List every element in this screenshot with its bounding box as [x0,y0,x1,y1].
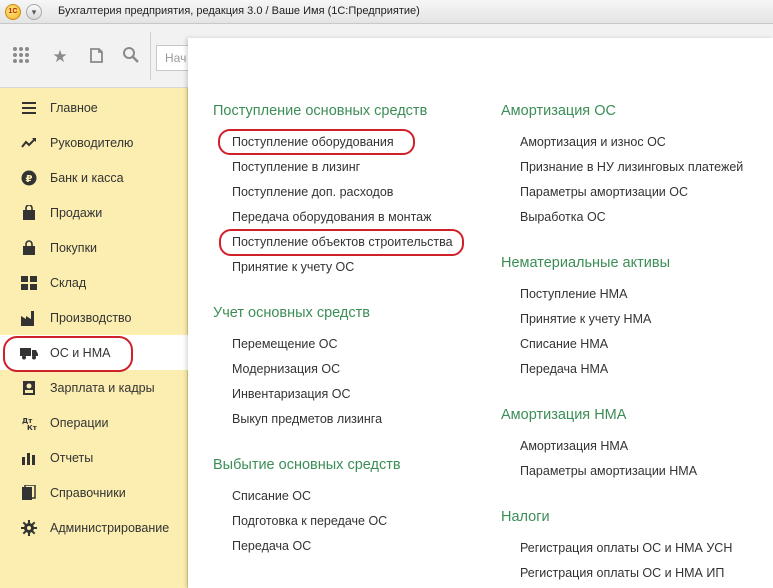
link-leasing-receipt[interactable]: Поступление в лизинг [232,160,360,174]
section-heading: Амортизация ОС [501,103,616,119]
sections-sidebar: Главное Руководителю ₽ Банк и касса Прод… [0,88,190,588]
sidebar-item-label: Руководителю [50,135,134,150]
sidebar-item-fixed-assets[interactable]: ОС и НМА [0,335,190,370]
link-write-off[interactable]: Списание ОС [232,489,311,503]
link-intangible-write-off[interactable]: Списание НМА [520,337,608,351]
link-leasing-payments[interactable]: Признание в НУ лизинговых платежей [520,160,743,174]
sidebar-item-purchases[interactable]: Покупки [0,230,188,265]
link-asset-handover[interactable]: Передача ОС [232,539,311,553]
link-asset-transfer[interactable]: Перемещение ОС [232,337,338,351]
sidebar-item-main[interactable]: Главное [0,90,188,125]
sidebar-item-label: Отчеты [50,450,94,465]
bar-chart-icon [20,449,38,467]
section-heading: Амортизация НМА [501,407,627,423]
sidebar-item-label: Главное [50,100,98,115]
person-icon [20,379,38,397]
sidebar-item-operations[interactable]: Дт Кт Операции [0,405,188,440]
link-intangible-amortization-params[interactable]: Параметры амортизации НМА [520,464,697,478]
svg-text:Кт: Кт [27,424,37,431]
sidebar-item-label: Справочники [50,485,126,500]
section-panel: Поступление основных средств Поступление… [188,38,773,588]
link-additional-costs[interactable]: Поступление доп. расходов [232,185,393,199]
section-heading: Поступление основных средств [213,103,428,119]
ruble-icon: ₽ [20,169,38,187]
link-usn-payment[interactable]: Регистрация оплаты ОС и НМА УСН [520,541,732,555]
link-depreciation-params[interactable]: Параметры амортизации ОС [520,185,688,199]
factory-icon [20,309,38,327]
sidebar-item-label: Администрирование [50,520,170,535]
link-output[interactable]: Выработка ОС [520,210,606,224]
sidebar-item-warehouse[interactable]: Склад [0,265,188,300]
sidebar-item-administration[interactable]: Администрирование [0,510,188,545]
warehouse-icon [20,274,38,292]
link-inventory[interactable]: Инвентаризация ОС [232,387,351,401]
sidebar-item-label: Зарплата и кадры [50,380,155,395]
dt-kt-icon: Дт Кт [20,414,38,432]
sidebar-item-bank[interactable]: ₽ Банк и касса [0,160,188,195]
link-prepare-transfer[interactable]: Подготовка к передаче ОС [232,514,387,528]
link-installation-transfer[interactable]: Передача оборудования в монтаж [232,210,431,224]
link-modernization[interactable]: Модернизация ОС [232,362,340,376]
link-ip-payment[interactable]: Регистрация оплаты ОС и НМА ИП [520,566,724,580]
sidebar-item-label: ОС и НМА [50,345,111,360]
menu-lines-icon [20,99,38,117]
apps-grid-icon[interactable] [10,46,32,68]
sidebar-item-label: Склад [50,275,87,290]
truck-icon [20,344,38,362]
main-menu-icon[interactable]: ▾ [26,4,42,20]
basket-icon [20,239,38,257]
link-intangible-amortization[interactable]: Амортизация НМА [520,439,628,453]
link-depreciation[interactable]: Амортизация и износ ОС [520,135,666,149]
history-icon[interactable] [85,46,107,68]
gear-icon [20,519,38,537]
section-heading: Учет основных средств [213,305,370,321]
link-intangible-acceptance[interactable]: Принятие к учету НМА [520,312,651,326]
sidebar-item-salary[interactable]: Зарплата и кадры [0,370,188,405]
star-icon[interactable]: ★ [49,46,71,68]
sidebar-item-manager[interactable]: Руководителю [0,125,188,160]
link-construction-receipt[interactable]: Поступление объектов строительства [232,235,453,249]
sidebar-item-reports[interactable]: Отчеты [0,440,188,475]
trend-icon [20,134,38,152]
search-icon[interactable] [120,46,142,68]
link-intangible-transfer[interactable]: Передача НМА [520,362,608,376]
section-heading: Выбытие основных средств [213,457,401,473]
title-bar: 1С ▾ Бухгалтерия предприятия, редакция 3… [0,0,773,24]
window-title: Бухгалтерия предприятия, редакция 3.0 / … [58,5,420,17]
sidebar-item-label: Производство [50,310,132,325]
books-icon [20,484,38,502]
link-equipment-receipt[interactable]: Поступление оборудования [232,135,394,149]
sidebar-item-label: Продажи [50,205,103,220]
bag-icon [20,204,38,222]
toolbar-divider [150,32,151,80]
section-heading: Нематериальные активы [501,255,670,271]
sidebar-item-sales[interactable]: Продажи [0,195,188,230]
sidebar-item-label: Операции [50,415,109,430]
app-logo-icon[interactable]: 1С [5,4,21,20]
sidebar-item-label: Банк и касса [50,170,124,185]
link-leasing-buyout[interactable]: Выкуп предметов лизинга [232,412,382,426]
sidebar-item-production[interactable]: Производство [0,300,188,335]
sidebar-item-label: Покупки [50,240,98,255]
svg-text:₽: ₽ [26,174,33,185]
link-intangible-receipt[interactable]: Поступление НМА [520,287,627,301]
link-asset-acceptance[interactable]: Принятие к учету ОС [232,260,354,274]
section-heading: Налоги [501,509,550,525]
sidebar-item-directories[interactable]: Справочники [0,475,188,510]
